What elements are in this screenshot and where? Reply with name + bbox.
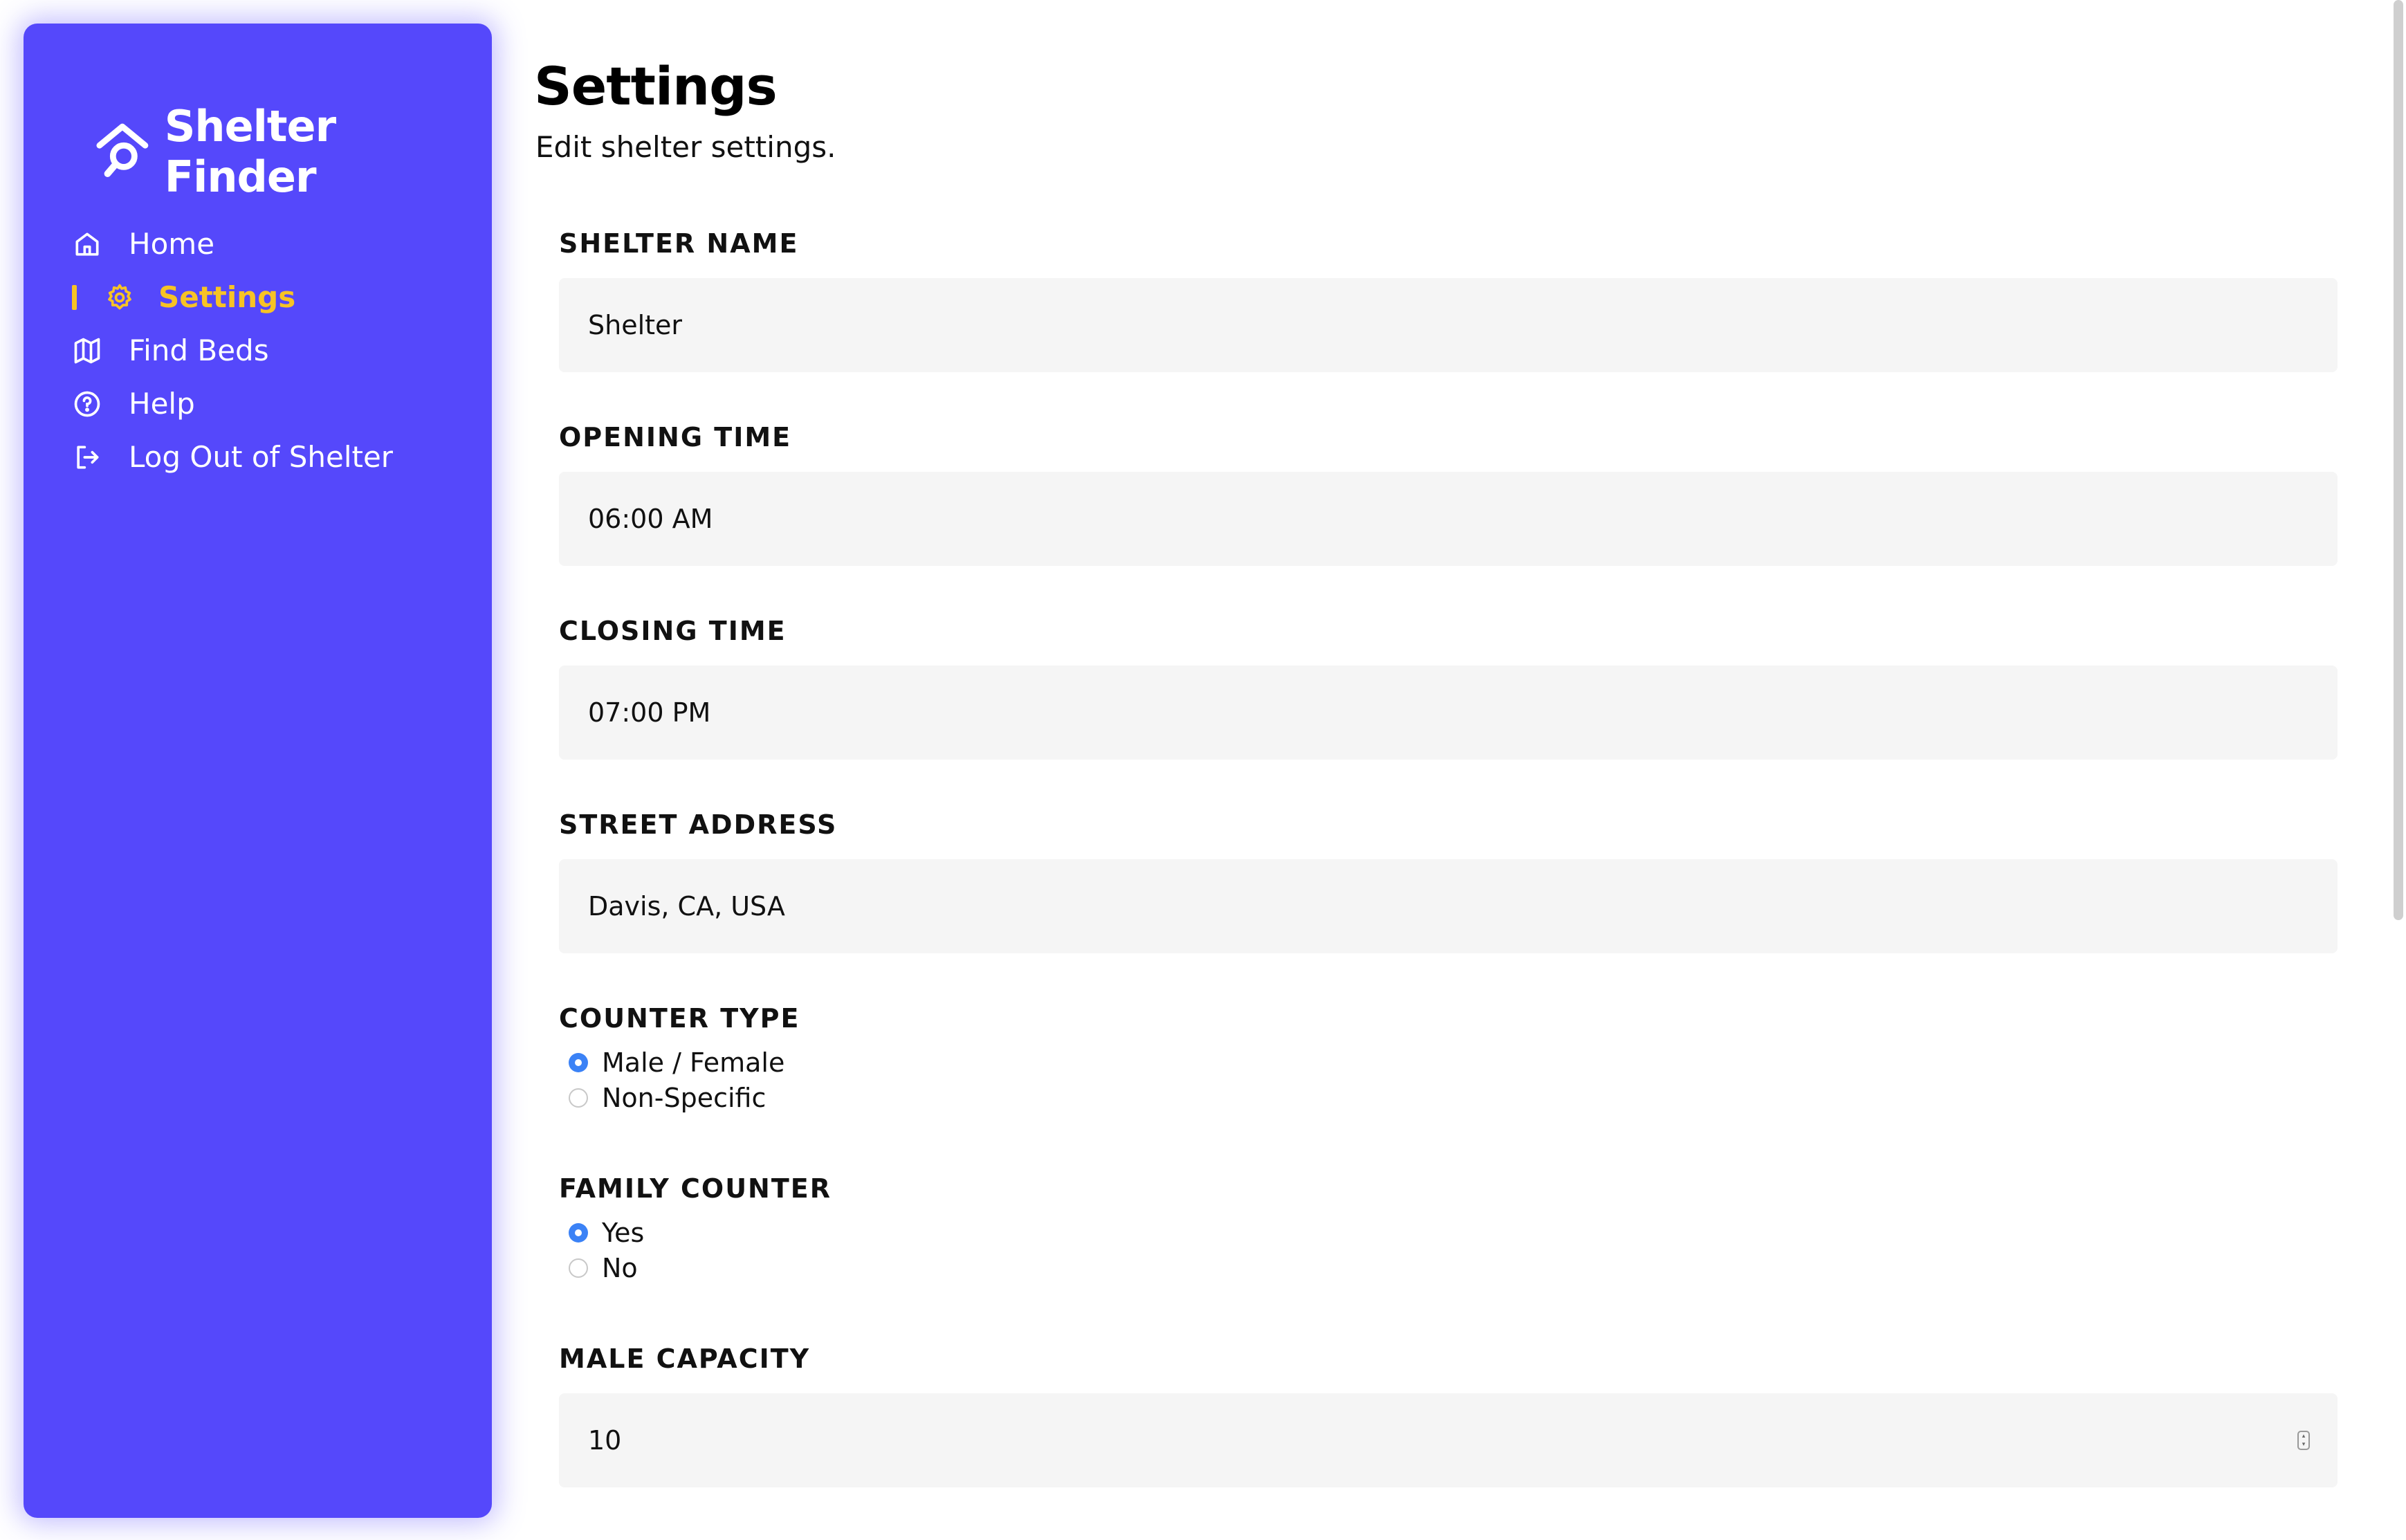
radio-option-no[interactable]: No — [569, 1250, 2338, 1285]
male-capacity-field: MALE CAPACITY 10 ▴ ▾ — [559, 1344, 2338, 1487]
radio-button[interactable] — [569, 1222, 588, 1243]
male-capacity-value: 10 — [588, 1425, 622, 1456]
sidebar-item-find-beds[interactable]: Find Beds — [72, 324, 487, 377]
shelter-name-field: SHELTER NAME Shelter — [559, 228, 2338, 372]
sidebar-item-label: Settings — [158, 280, 296, 314]
counter-type-radio-group: Male / Female Non-Specific — [569, 1045, 2338, 1115]
radio-option-yes[interactable]: Yes — [569, 1215, 2338, 1250]
shelter-logo-icon — [96, 123, 149, 177]
radio-button[interactable] — [569, 1088, 588, 1108]
app-window: Shelter Finder Home Settings Find Beds H… — [0, 0, 2406, 1540]
family-counter-field: FAMILY COUNTER Yes No — [559, 1173, 2338, 1285]
home-icon — [75, 232, 99, 255]
radio-label: Male / Female — [602, 1047, 785, 1078]
sidebar-item-home[interactable]: Home — [72, 217, 487, 271]
field-label: CLOSING TIME — [559, 616, 787, 646]
logout-icon — [77, 446, 99, 468]
sidebar-nav: Home Settings Find Beds Help Log Out of … — [72, 217, 487, 484]
field-label: SHELTER NAME — [559, 228, 799, 259]
opening-time-input[interactable]: 06:00 AM — [559, 472, 2338, 566]
page-scrollbar[interactable] — [2389, 0, 2406, 1540]
page-subtitle: Edit shelter settings. — [535, 130, 836, 164]
opening-time-field: OPENING TIME 06:00 AM — [559, 422, 2338, 566]
radio-button[interactable] — [569, 1052, 588, 1072]
radio-option-male-female[interactable]: Male / Female — [569, 1045, 2338, 1080]
active-indicator — [72, 284, 77, 310]
radio-label: Non-Specific — [602, 1082, 766, 1113]
sidebar-item-label: Home — [129, 227, 215, 261]
scrollbar-thumb[interactable] — [2394, 0, 2403, 920]
sidebar-item-label: Find Beds — [129, 333, 269, 367]
sidebar-item-label: Help — [129, 387, 195, 421]
sidebar-item-logout[interactable]: Log Out of Shelter — [72, 430, 487, 484]
field-label: STREET ADDRESS — [559, 809, 838, 840]
radio-option-non-specific[interactable]: Non-Specific — [569, 1080, 2338, 1115]
counter-type-field: COUNTER TYPE Male / Female Non-Specific — [559, 1003, 2338, 1115]
street-address-input[interactable]: Davis, CA, USA — [559, 859, 2338, 953]
number-stepper-icon[interactable]: ▴ ▾ — [2297, 1431, 2310, 1450]
male-capacity-input[interactable]: 10 ▴ ▾ — [559, 1393, 2338, 1487]
field-label: FAMILY COUNTER — [559, 1173, 832, 1204]
brand-logo[interactable]: Shelter Finder — [95, 101, 492, 202]
radio-label: Yes — [602, 1217, 645, 1248]
closing-time-input[interactable]: 07:00 PM — [559, 666, 2338, 760]
sidebar-item-label: Log Out of Shelter — [129, 440, 394, 474]
shelter-name-input[interactable]: Shelter — [559, 278, 2338, 372]
field-label: OPENING TIME — [559, 422, 792, 452]
map-icon — [74, 338, 100, 363]
sidebar-item-help[interactable]: Help — [72, 377, 487, 430]
field-label: COUNTER TYPE — [559, 1003, 800, 1034]
page-title: Settings — [534, 55, 778, 117]
family-counter-radio-group: Yes No — [569, 1215, 2338, 1285]
app-name: Shelter Finder — [164, 101, 336, 202]
street-address-field: STREET ADDRESS Davis, CA, USA — [559, 809, 2338, 953]
sidebar-item-settings[interactable]: Settings — [72, 271, 487, 324]
closing-time-field: CLOSING TIME 07:00 PM — [559, 616, 2338, 760]
help-circle-icon — [74, 391, 100, 416]
sidebar: Shelter Finder Home Settings Find Beds H… — [24, 24, 492, 1518]
field-label: MALE CAPACITY — [559, 1344, 811, 1374]
radio-button[interactable] — [569, 1258, 588, 1278]
radio-label: No — [602, 1252, 638, 1283]
gear-icon — [108, 284, 131, 309]
